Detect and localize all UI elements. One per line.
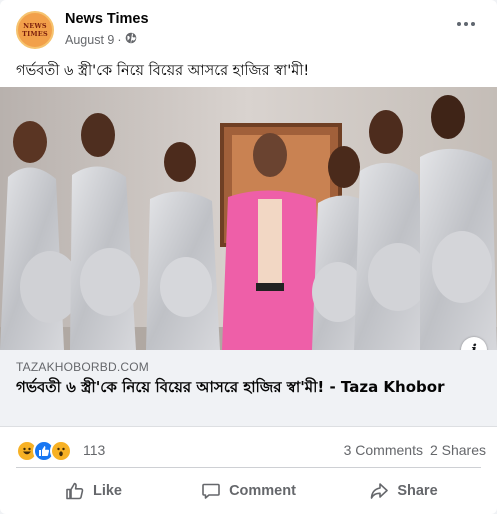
thumbs-up-icon bbox=[65, 481, 85, 501]
link-preview[interactable]: TAZAKHOBORBD.COM গর্ভবতী ৬ স্ত্রী'কে নিয… bbox=[0, 350, 497, 427]
like-label: Like bbox=[92, 483, 122, 499]
post-card: NEWS TIMES News Times August 9 · গর্ভবতী… bbox=[0, 0, 497, 514]
post-stats: 113 3 Comments 2 Shares bbox=[16, 436, 486, 464]
meta-separator: · bbox=[117, 32, 122, 47]
page-avatar[interactable]: NEWS TIMES bbox=[16, 11, 54, 49]
reaction-icons[interactable] bbox=[16, 440, 72, 462]
globe-icon[interactable] bbox=[125, 32, 137, 47]
link-domain: TAZAKHOBORBD.COM bbox=[16, 360, 149, 374]
shares-count[interactable]: 2 Shares bbox=[430, 442, 486, 458]
comment-label: Comment bbox=[229, 483, 296, 499]
avatar-text: NEWS TIMES bbox=[22, 22, 48, 38]
share-icon bbox=[369, 481, 389, 501]
comments-count[interactable]: 3 Comments bbox=[344, 442, 423, 458]
wedding-photo bbox=[0, 87, 497, 350]
comment-icon bbox=[201, 481, 221, 501]
share-button[interactable]: Share bbox=[326, 472, 481, 510]
share-label: Share bbox=[397, 483, 438, 499]
post-date[interactable]: August 9 bbox=[65, 33, 114, 47]
wow-icon bbox=[50, 440, 72, 462]
link-title[interactable]: গর্ভবতী ৬ স্ত্রী'কে নিয়ে বিয়ের আসরে হা… bbox=[16, 377, 481, 397]
page-name-link[interactable]: News Times bbox=[65, 11, 149, 27]
post-image[interactable]: i bbox=[0, 87, 497, 350]
engagement-counts: 3 Comments 2 Shares bbox=[344, 442, 486, 458]
stats-divider bbox=[16, 467, 481, 468]
post-text: গর্ভবতী ৬ স্ত্রী'কে নিয়ে বিয়ের আসরে হা… bbox=[16, 63, 310, 79]
more-options-icon[interactable] bbox=[454, 17, 478, 31]
like-button[interactable]: Like bbox=[16, 472, 171, 510]
action-bar: Like Comment Share bbox=[16, 472, 481, 510]
reaction-count[interactable]: 113 bbox=[83, 442, 105, 458]
comment-button[interactable]: Comment bbox=[171, 472, 326, 510]
post-header: NEWS TIMES News Times August 9 · bbox=[16, 9, 486, 49]
post-meta: August 9 · bbox=[65, 32, 137, 47]
